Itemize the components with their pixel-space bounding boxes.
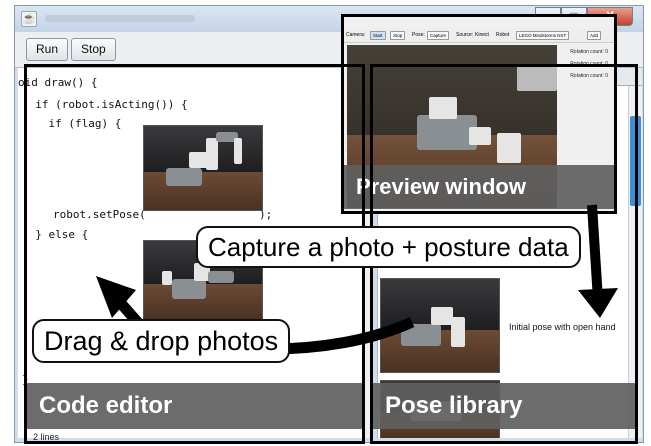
drag-drop-callout: Drag & drop photos xyxy=(32,319,291,363)
arrow-icon xyxy=(96,204,618,355)
capture-callout: Capture a photo + posture data xyxy=(196,226,581,268)
